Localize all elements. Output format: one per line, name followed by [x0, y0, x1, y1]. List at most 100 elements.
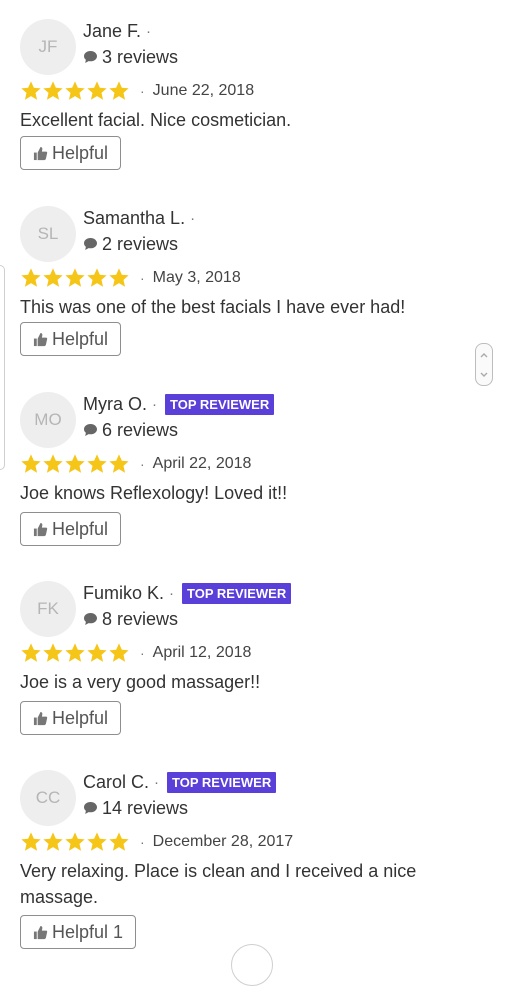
helpful-button[interactable]: Helpful: [20, 512, 122, 546]
review-count: 8 reviews: [102, 608, 179, 629]
separator-dot: ·: [146, 22, 152, 40]
star-icon: [21, 832, 41, 851]
separator-dot: ·: [169, 584, 175, 602]
avatar[interactable]: JF: [20, 19, 76, 75]
reviewer-name[interactable]: Fumiko K.: [83, 583, 164, 604]
review-count: 6 reviews: [102, 419, 179, 440]
star-icon: [43, 643, 63, 662]
speech-bubble-icon: [84, 238, 97, 250]
star-icon: [65, 268, 85, 287]
star-rating: [20, 453, 130, 475]
review-text: Joe is a very good massager!!: [20, 672, 261, 692]
avatar[interactable]: CC: [20, 770, 76, 826]
avatar-initials: FK: [37, 599, 59, 618]
thumbs-up-icon: [33, 925, 48, 939]
scroll-edge-handle[interactable]: [0, 265, 5, 470]
speech-bubble-icon: [84, 424, 97, 436]
avatar[interactable]: MO: [20, 392, 76, 448]
helpful-label: Helpful: [52, 518, 109, 539]
review-count-line: 3 reviews: [83, 45, 178, 69]
avatar-initials: MO: [34, 410, 62, 429]
star-icon: [109, 268, 129, 287]
review-text: Very relaxing. Place is clean and I rece…: [20, 861, 417, 907]
star-icon: [87, 454, 107, 473]
rating-line: · April 12, 2018: [20, 639, 251, 667]
review-text: Joe knows Reflexology! Loved it!!: [20, 483, 288, 503]
star-icon: [21, 643, 41, 662]
review-count: 3 reviews: [102, 46, 179, 67]
reviewer-name[interactable]: Jane F.: [83, 21, 141, 42]
rating-line: · May 3, 2018: [20, 264, 241, 292]
star-icon: [87, 268, 107, 287]
review-date: June 22, 2018: [152, 82, 255, 99]
star-icon: [43, 81, 63, 100]
avatar[interactable]: SL: [20, 206, 76, 262]
avatar-initials: JF: [38, 37, 58, 56]
reviewer-name[interactable]: Samantha L.: [83, 208, 185, 229]
review-count-line: 8 reviews: [83, 607, 178, 631]
thumbs-up-icon: [33, 522, 48, 536]
review-date: December 28, 2017: [152, 833, 294, 850]
thumbs-up-icon: [33, 332, 48, 346]
separator-dot: ·: [140, 270, 145, 286]
review-text: Excellent facial. Nice cosmetician.: [20, 110, 292, 130]
helpful-button[interactable]: Helpful: [20, 136, 122, 170]
star-rating: [20, 831, 130, 853]
separator-dot: ·: [140, 83, 145, 99]
avatar-initials: SL: [37, 224, 59, 243]
reviewer-header: Myra O. · TOP REVIEWER: [83, 392, 275, 416]
star-icon: [21, 454, 41, 473]
star-icon: [109, 832, 129, 851]
top-reviewer-badge: TOP REVIEWER: [182, 582, 292, 604]
star-icon: [109, 643, 129, 662]
separator-dot: ·: [140, 645, 145, 661]
review-date: April 22, 2018: [152, 455, 252, 472]
thumbs-up-icon: [33, 711, 48, 725]
separator-dot: ·: [140, 834, 145, 850]
floating-action-button[interactable]: [231, 944, 273, 986]
separator-dot: ·: [190, 209, 196, 227]
review-count-line: 6 reviews: [83, 418, 178, 442]
review-date: May 3, 2018: [152, 269, 241, 286]
review-date: April 12, 2018: [152, 644, 252, 661]
reviewer-name[interactable]: Carol C.: [83, 772, 149, 793]
review-count-line: 2 reviews: [83, 232, 178, 256]
star-icon: [43, 454, 63, 473]
separator-dot: ·: [152, 395, 158, 413]
top-reviewer-badge: TOP REVIEWER: [167, 771, 277, 793]
chevron-up-icon: [480, 353, 488, 358]
review-count-line: 14 reviews: [83, 796, 188, 820]
avatar[interactable]: FK: [20, 581, 76, 637]
helpful-label: Helpful: [52, 328, 109, 349]
helpful-button[interactable]: Helpful: [20, 322, 122, 356]
reviews-page: { "colors": { "star": "#f5c518", "badge"…: [0, 0, 505, 986]
reviewer-header: Samantha L. ·: [83, 206, 195, 230]
star-icon: [21, 81, 41, 100]
speech-bubble-icon: [84, 51, 97, 63]
star-icon: [43, 832, 63, 851]
helpful-label: Helpful: [52, 142, 109, 163]
star-icon: [65, 81, 85, 100]
scrollbar-thumb[interactable]: [475, 343, 493, 386]
star-icon: [43, 268, 63, 287]
avatar-initials: CC: [35, 788, 61, 807]
star-icon: [65, 643, 85, 662]
rating-line: · June 22, 2018: [20, 77, 254, 105]
star-icon: [109, 454, 129, 473]
reviewer-header: Jane F. ·: [83, 19, 151, 43]
review-text: This was one of the best facials I have …: [20, 297, 406, 317]
separator-dot: ·: [154, 773, 160, 791]
star-icon: [65, 832, 85, 851]
top-reviewer-badge: TOP REVIEWER: [165, 393, 275, 415]
reviewer-header: Fumiko K. · TOP REVIEWER: [83, 581, 292, 605]
helpful-button[interactable]: Helpful: [20, 701, 122, 735]
speech-bubble-icon: [84, 613, 97, 625]
helpful-button[interactable]: Helpful 1: [20, 915, 137, 949]
reviewer-header: Carol C. · TOP REVIEWER: [83, 770, 277, 794]
review-count: 2 reviews: [102, 233, 179, 254]
reviewer-name[interactable]: Myra O.: [83, 394, 147, 415]
star-icon: [87, 81, 107, 100]
star-icon: [21, 268, 41, 287]
separator-dot: ·: [140, 456, 145, 472]
thumbs-up-icon: [33, 146, 48, 160]
